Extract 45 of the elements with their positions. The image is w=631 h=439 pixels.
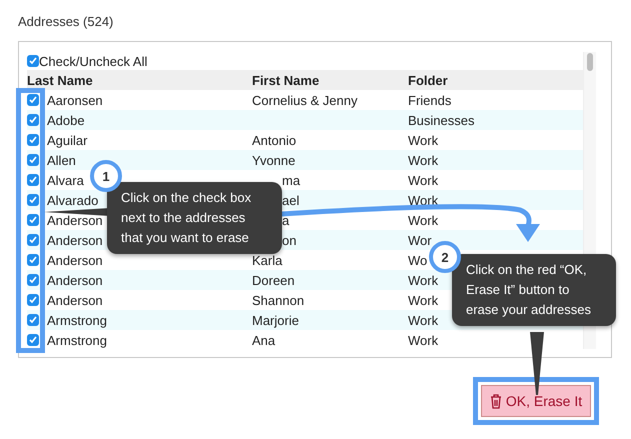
table-cell: Work xyxy=(408,272,438,288)
table-cell: Yvonne xyxy=(252,152,296,168)
table-cell: on xyxy=(282,232,296,248)
table-cell: Work xyxy=(408,332,438,348)
table-cell: Alvara xyxy=(47,172,84,188)
table-cell: Adobe xyxy=(47,112,85,128)
table-cell: Work xyxy=(408,172,438,188)
table-cell: Armstrong xyxy=(47,332,107,348)
table-cell: Work xyxy=(408,212,438,228)
callout-tooltip: Click on the red “OK, Erase It” button to erase your addresses xyxy=(452,254,616,326)
column-header: First Name xyxy=(252,72,320,88)
table-cell: Work xyxy=(408,192,438,208)
table-cell: Work xyxy=(408,292,438,308)
table-cell: Anderson xyxy=(47,292,103,308)
table-cell: Shannon xyxy=(252,292,304,308)
table-cell: Businesses xyxy=(408,112,474,128)
table-cell: Friends xyxy=(408,92,452,108)
table-cell: Aguilar xyxy=(47,132,88,148)
table-cell: Ana xyxy=(252,332,276,348)
table-cell: Anderson xyxy=(47,272,103,288)
table-cell: Work xyxy=(408,152,438,168)
table-cell: Wor xyxy=(408,232,432,248)
table-cell: Work xyxy=(408,312,438,328)
column-header: Last Name xyxy=(27,72,94,88)
table-cell: Allen xyxy=(47,152,76,168)
table-cell: Marjorie xyxy=(252,312,299,328)
callout-tooltip: Click on the check box next to the addresses that you want to erase xyxy=(107,182,282,254)
table-cell: Anderson xyxy=(47,212,103,228)
table-cell: Cornelius & Jenny xyxy=(252,92,358,108)
table-cell: ma xyxy=(282,172,300,188)
check-all-label: Check/Uncheck All xyxy=(39,54,148,68)
table-cell: Work xyxy=(408,132,438,148)
table-cell: Aaronsen xyxy=(47,92,103,108)
table-cell: Karla xyxy=(252,252,282,268)
table-cell: a xyxy=(282,212,290,228)
section-title: Addresses (524) xyxy=(18,14,114,31)
table-cell: Anderson xyxy=(47,252,103,268)
table-cell: Wo xyxy=(408,252,428,268)
table-cell: Anderson xyxy=(47,232,103,248)
table-cell: ael xyxy=(282,192,300,208)
table-cell: Alvarado xyxy=(47,192,98,208)
table-cell: Antonio xyxy=(252,132,296,148)
table-cell: Doreen xyxy=(252,272,295,288)
table-cell: Armstrong xyxy=(47,312,107,328)
column-header: Folder xyxy=(408,72,449,88)
